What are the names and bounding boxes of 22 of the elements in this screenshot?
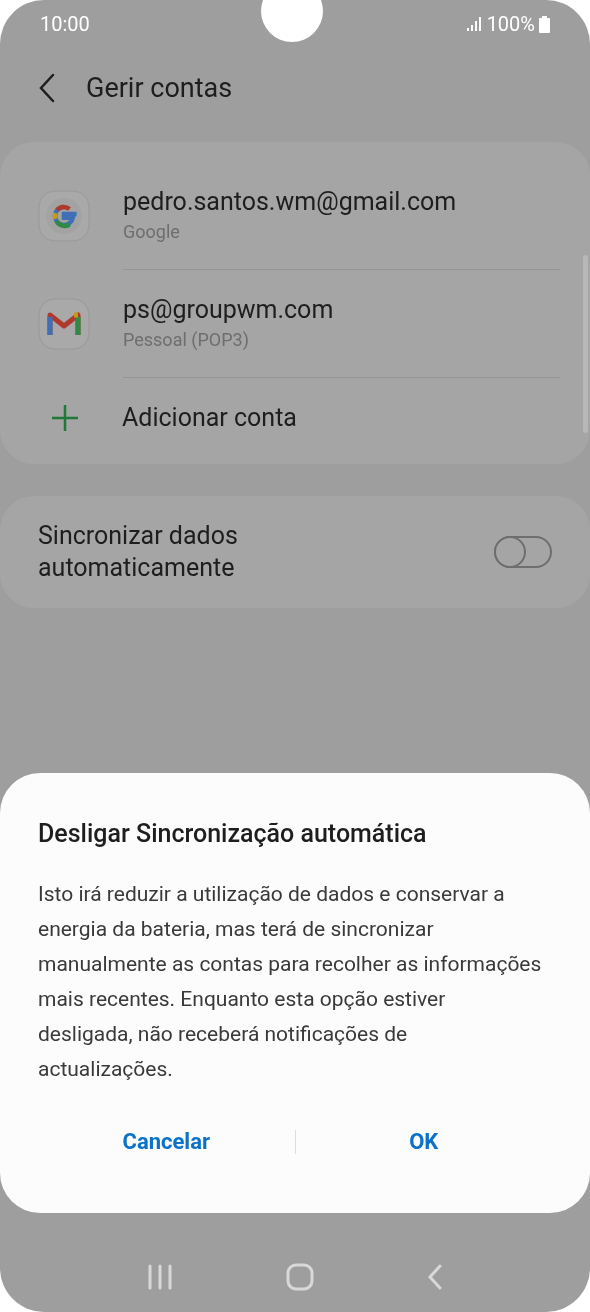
gmail-m-icon: [38, 298, 90, 350]
dialog-title: Desligar Sincronização automática: [38, 818, 428, 850]
page-title: Gerir contas: [86, 70, 233, 106]
add-account-row[interactable]: Adicionar conta: [0, 378, 590, 458]
dialog-button[interactable]: Cancelar: [38, 1116, 295, 1167]
signal-icon: [466, 17, 483, 31]
plus-icon: [50, 403, 80, 433]
home-icon[interactable]: [286, 1262, 314, 1291]
sync-row[interactable]: Sincronizar dados automaticamente: [0, 496, 590, 608]
dialog-message: Isto irá reduzir a utilização de dados e conservar a energia da bateria, mas terá de sincronizar manualmente as contas para recolher as informações mais recentes. Enquanto esta opção estiver desligada, não receberá notificações de actualizações.: [38, 880, 543, 1083]
battery-percent: 100%: [486, 11, 535, 38]
sync-toggle[interactable]: [494, 536, 552, 568]
battery-icon: [539, 15, 550, 33]
account-email: pedro.santos.wm@gmail.com: [123, 186, 458, 218]
account-email: ps@groupwm.com: [123, 294, 335, 326]
add-account-label: Adicionar conta: [122, 402, 297, 435]
sync-label: Sincronizar dados automaticamente: [38, 520, 239, 584]
back-icon[interactable]: [427, 1263, 444, 1290]
google-g-icon: [38, 190, 90, 242]
recent-apps-icon[interactable]: [146, 1263, 173, 1290]
status-time: 10:00: [40, 11, 90, 38]
dialog-button[interactable]: OK: [295, 1116, 552, 1167]
